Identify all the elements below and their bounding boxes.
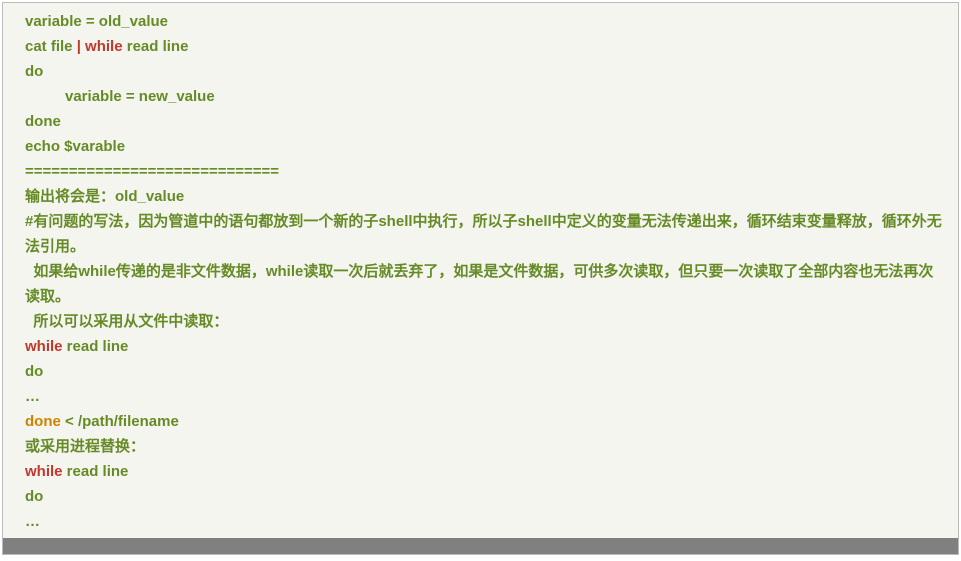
pipe-keyword: | while	[77, 38, 123, 55]
code-line: while read line	[25, 459, 948, 484]
while-keyword: while	[25, 338, 63, 355]
code-line: …	[25, 509, 948, 534]
code-block: variable = old_value cat file | while re…	[2, 2, 959, 555]
code-text: read line	[123, 38, 189, 55]
code-line: variable = old_value	[25, 9, 948, 34]
comment-line: #有问题的写法，因为管道中的语句都放到一个新的子shell中执行，所以子shel…	[25, 209, 948, 259]
code-line: do	[25, 484, 948, 509]
code-text: cat file	[25, 38, 77, 55]
code-line: …	[25, 384, 948, 409]
code-text: read line	[63, 463, 129, 480]
code-line: =============================	[25, 159, 948, 184]
bottom-bar	[3, 538, 958, 554]
done-keyword: done	[25, 413, 61, 430]
code-line: variable = new_value	[25, 84, 948, 109]
code-line: do	[25, 59, 948, 84]
code-line: cat file | while read line	[25, 34, 948, 59]
comment-line: 如果给while传递的是非文件数据，while读取一次后就丢弃了，如果是文件数据…	[25, 259, 948, 309]
code-line: done	[25, 109, 948, 134]
code-line: 或采用进程替换：	[25, 434, 948, 459]
code-line: 输出将会是：old_value	[25, 184, 948, 209]
while-keyword: while	[25, 463, 63, 480]
code-line: do	[25, 359, 948, 384]
code-line: while read line	[25, 334, 948, 359]
code-line: echo $varable	[25, 134, 948, 159]
code-text: < /path/filename	[61, 413, 179, 430]
code-text: read line	[63, 338, 129, 355]
comment-line: 所以可以采用从文件中读取：	[25, 309, 948, 334]
code-line: done < /path/filename	[25, 409, 948, 434]
